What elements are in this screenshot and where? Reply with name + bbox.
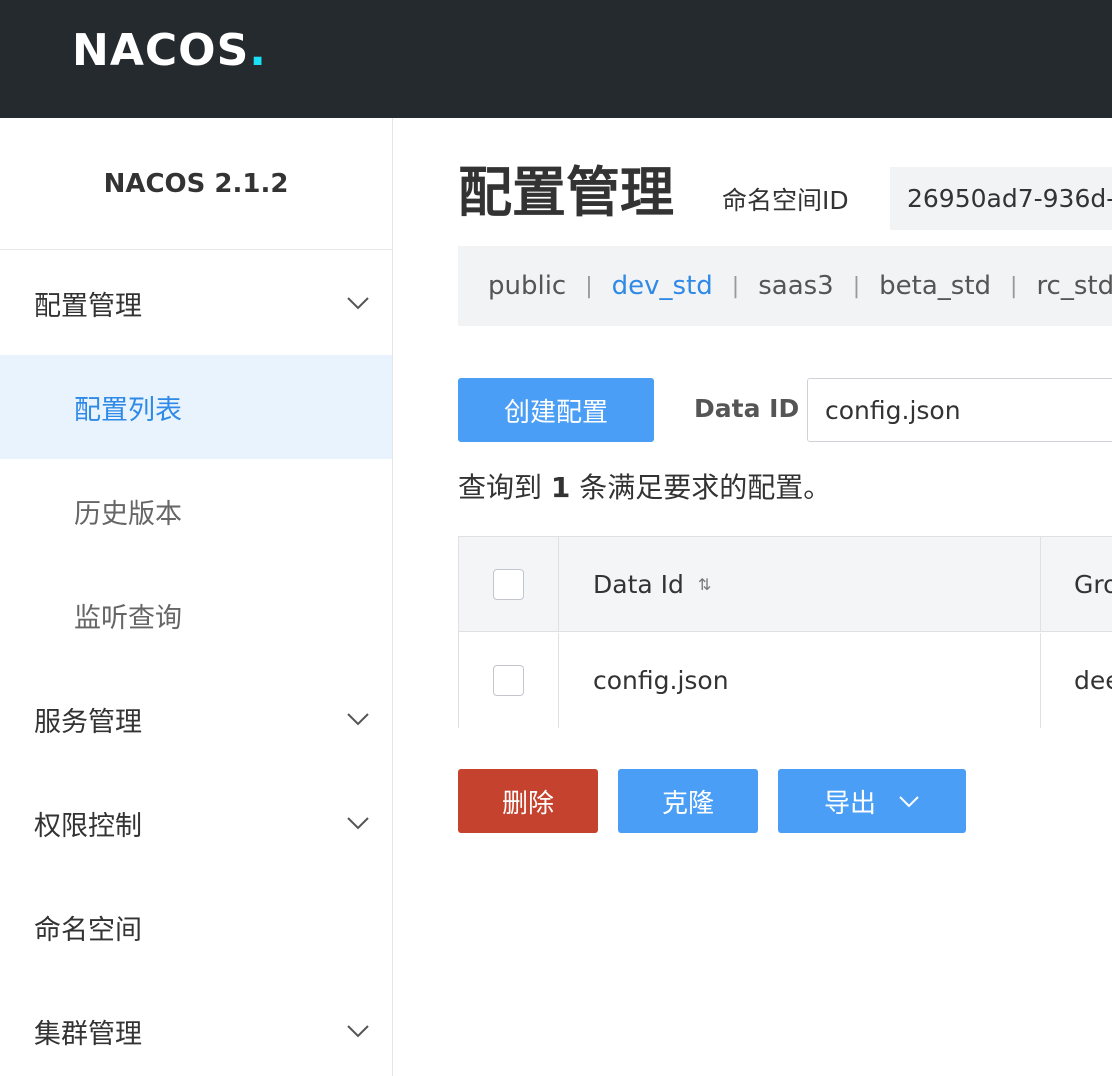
- data-id-label: Data ID: [694, 394, 800, 423]
- sidebar-item-listener-query[interactable]: 监听查询: [0, 563, 392, 667]
- tab-public[interactable]: public: [488, 271, 566, 301]
- logo-dot: .: [249, 24, 267, 76]
- header-checkbox-cell: [459, 537, 559, 632]
- chevron-down-icon: [347, 817, 369, 830]
- row-checkbox-cell: [459, 633, 559, 728]
- export-button-label: 导出: [823, 788, 876, 819]
- select-all-checkbox[interactable]: [493, 569, 524, 600]
- data-id-input[interactable]: [807, 378, 1112, 442]
- sidebar-item-label: 集群管理: [34, 1018, 142, 1050]
- sidebar-item-namespace[interactable]: 命名空间: [0, 875, 392, 979]
- delete-button[interactable]: 删除: [458, 769, 598, 833]
- cell-group: dee: [1074, 666, 1112, 695]
- cell-data-id: config.json: [560, 633, 1041, 728]
- tab-rc-std[interactable]: rc_std: [1036, 271, 1112, 301]
- tab-beta-std[interactable]: beta_std: [879, 271, 991, 301]
- sidebar-item-access-control[interactable]: 权限控制: [0, 771, 392, 875]
- sidebar-item-label: 服务管理: [34, 706, 142, 738]
- sidebar-item-label: 配置管理: [34, 290, 142, 322]
- tab-separator: |: [731, 273, 740, 299]
- chevron-down-icon: [347, 1025, 369, 1038]
- sort-icon[interactable]: ⇅: [698, 575, 711, 594]
- sidebar: NACOS 2.1.2 配置管理 配置列表 历史版本 监听查询 服务管理 权限控…: [0, 118, 393, 1076]
- header-data-id-label: Data Id: [593, 570, 684, 599]
- page-title: 配置管理: [458, 161, 674, 224]
- version-label: NACOS 2.1.2: [0, 118, 392, 250]
- main-content: 配置管理 命名空间ID 26950ad7-936d-4 public | dev…: [393, 118, 1112, 1076]
- chevron-down-icon: [899, 796, 919, 808]
- sidebar-item-label: 配置列表: [74, 394, 182, 426]
- tab-separator: |: [585, 273, 593, 299]
- row-checkbox[interactable]: [493, 665, 524, 696]
- config-table: Data Id ⇅ Gro config.json dee: [458, 536, 1112, 728]
- tab-saas3[interactable]: saas3: [758, 271, 834, 301]
- header-group-label: Gro: [1074, 570, 1112, 599]
- sidebar-item-label: 命名空间: [34, 914, 142, 946]
- header-group: Gro: [1042, 537, 1112, 632]
- namespace-id-value: 26950ad7-936d-4: [890, 167, 1112, 230]
- sidebar-item-config-management[interactable]: 配置管理: [0, 251, 392, 355]
- nacos-logo[interactable]: NACOS.: [72, 24, 267, 76]
- logo-text: NACOS: [72, 24, 250, 76]
- clone-button[interactable]: 克隆: [618, 769, 758, 833]
- result-count: 1: [550, 471, 571, 504]
- tab-separator: |: [852, 273, 861, 299]
- sidebar-item-service-management[interactable]: 服务管理: [0, 667, 392, 771]
- header-data-id[interactable]: Data Id ⇅: [560, 537, 1041, 632]
- sidebar-item-history[interactable]: 历史版本: [0, 459, 392, 563]
- table-row: config.json dee: [459, 633, 1112, 728]
- chevron-down-icon: [347, 713, 369, 726]
- table-header-row: Data Id ⇅ Gro: [459, 537, 1112, 632]
- result-suffix: 条满足要求的配置。: [570, 471, 832, 504]
- namespace-id-label: 命名空间ID: [722, 186, 849, 215]
- sidebar-item-label: 监听查询: [74, 602, 182, 634]
- chevron-down-icon: [347, 297, 369, 310]
- tab-dev-std[interactable]: dev_std: [612, 271, 713, 301]
- result-summary: 查询到 1 条满足要求的配置。: [458, 466, 831, 506]
- sidebar-item-cluster-management[interactable]: 集群管理: [0, 979, 392, 1076]
- sidebar-item-label: 历史版本: [74, 498, 182, 530]
- sidebar-item-label: 权限控制: [34, 810, 142, 842]
- result-prefix: 查询到: [458, 471, 551, 504]
- top-header: NACOS.: [0, 0, 1112, 118]
- namespace-tabs: public | dev_std | saas3 | beta_std | rc…: [458, 246, 1112, 326]
- sidebar-item-config-list[interactable]: 配置列表: [0, 355, 392, 459]
- export-button[interactable]: 导出: [778, 769, 966, 833]
- create-config-button[interactable]: 创建配置: [458, 378, 654, 442]
- tab-separator: |: [1010, 273, 1018, 299]
